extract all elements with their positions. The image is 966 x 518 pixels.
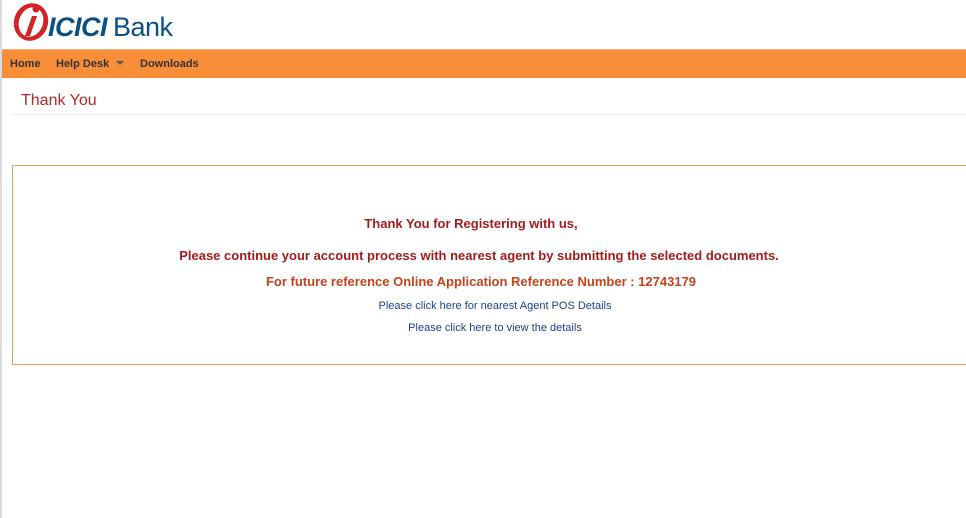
continue-process-text: Please continue your account process wit… (179, 248, 779, 263)
agent-pos-details-link[interactable]: Please click here for nearest Agent POS … (17, 300, 966, 312)
nav-item-downloads[interactable]: Downloads (140, 50, 199, 78)
nav-item-help-desk[interactable]: Help Desk (56, 50, 125, 78)
icici-bank-logo[interactable]: ICICI Bank (12, 0, 222, 44)
logo-text-bank: Bank (113, 12, 173, 42)
logo-text-icici: ICICI (48, 12, 108, 42)
page-title: Thank You (21, 92, 97, 109)
nav-item-label: Help Desk (56, 58, 110, 70)
logo-wordmark: ICICI Bank (48, 12, 173, 42)
nav-item-label: Home (10, 58, 41, 70)
registration-thanks-text: Thank You for Registering with us, (364, 216, 578, 231)
main-nav-bar: Home Help Desk Downloads (2, 49, 966, 78)
title-divider (12, 114, 966, 115)
reference-number-text: For future reference Online Application … (265, 274, 697, 289)
icici-i-logo-icon (13, 3, 49, 41)
view-details-link[interactable]: Please click here to view the details (17, 322, 966, 334)
nav-item-label: Downloads (140, 58, 199, 70)
caret-down-icon (116, 61, 125, 66)
confirmation-message-box: Thank You for Registering with us, Pleas… (12, 165, 966, 365)
nav-item-home[interactable]: Home (10, 50, 41, 78)
page: ICICI Bank Home Help Desk Downloads Thank… (0, 0, 966, 518)
